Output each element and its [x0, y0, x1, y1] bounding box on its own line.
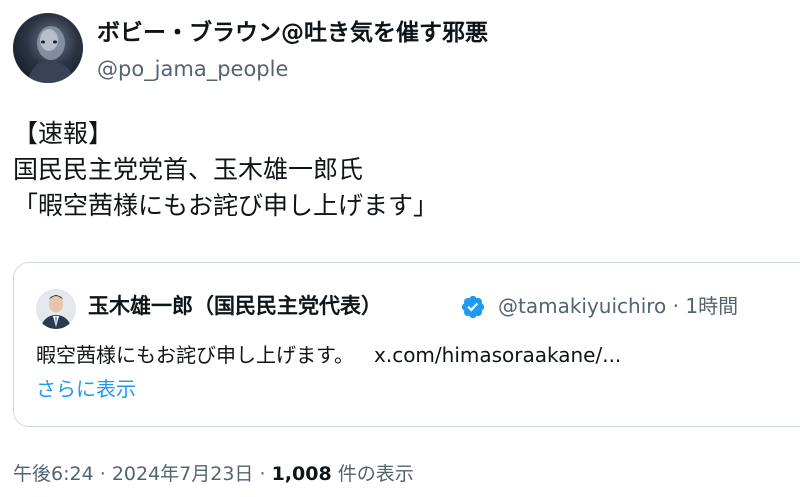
footer-separator: ·: [259, 463, 266, 485]
author-handle[interactable]: @po_jama_people: [97, 55, 288, 83]
tweet-line: 【速報】: [13, 119, 114, 148]
quoted-tweet-time[interactable]: 1時間: [685, 294, 738, 318]
avatar-photo-icon: [36, 289, 76, 329]
quoted-author-avatar[interactable]: [36, 289, 76, 329]
author-avatar[interactable]: [13, 13, 83, 83]
quoted-author-name[interactable]: 玉木雄一郎（国民民主党代表）: [88, 291, 382, 321]
show-more-link[interactable]: さらに表示: [36, 374, 136, 404]
quoted-tweet-card[interactable]: 玉木雄一郎（国民民主党代表） @tamakiyuichiro · 1時間 暇空茜…: [13, 262, 800, 427]
tweet-body: 【速報】 国民民主党党首、玉木雄一郎氏 「暇空茜様にもお詫び申し上げます」: [13, 116, 438, 224]
verified-badge-icon: [461, 295, 485, 319]
view-count-label: 件の表示: [337, 463, 414, 485]
tweet-date[interactable]: 2024年7月23日: [112, 463, 254, 485]
quoted-author-handle[interactable]: @tamakiyuichiro: [498, 294, 666, 318]
tweet-time[interactable]: 午後6:24: [13, 463, 94, 485]
quoted-tweet-text: 暇空茜様にもお詫び申し上げます。 x.com/himasoraakane/...: [36, 340, 621, 370]
quoted-tweet-body: 暇空茜様にもお詫び申し上げます。: [36, 343, 354, 367]
avatar-photo-icon: [27, 26, 75, 83]
tweet-footer: 午後6:24 · 2024年7月23日 · 1,008 件の表示: [13, 459, 414, 489]
view-count: 1,008: [271, 463, 332, 485]
author-display-name[interactable]: ボビー・ブラウン@吐き気を催す邪悪: [97, 18, 488, 48]
quoted-tweet-meta: @tamakiyuichiro · 1時間: [498, 291, 738, 321]
tweet-line: 国民民主党党首、玉木雄一郎氏: [13, 155, 364, 184]
quoted-tweet-link[interactable]: x.com/himasoraakane/...: [374, 343, 621, 367]
footer-separator: ·: [99, 463, 106, 485]
tweet-line: 「暇空茜様にもお詫び申し上げます」: [13, 191, 439, 220]
meta-separator: ·: [672, 294, 680, 318]
